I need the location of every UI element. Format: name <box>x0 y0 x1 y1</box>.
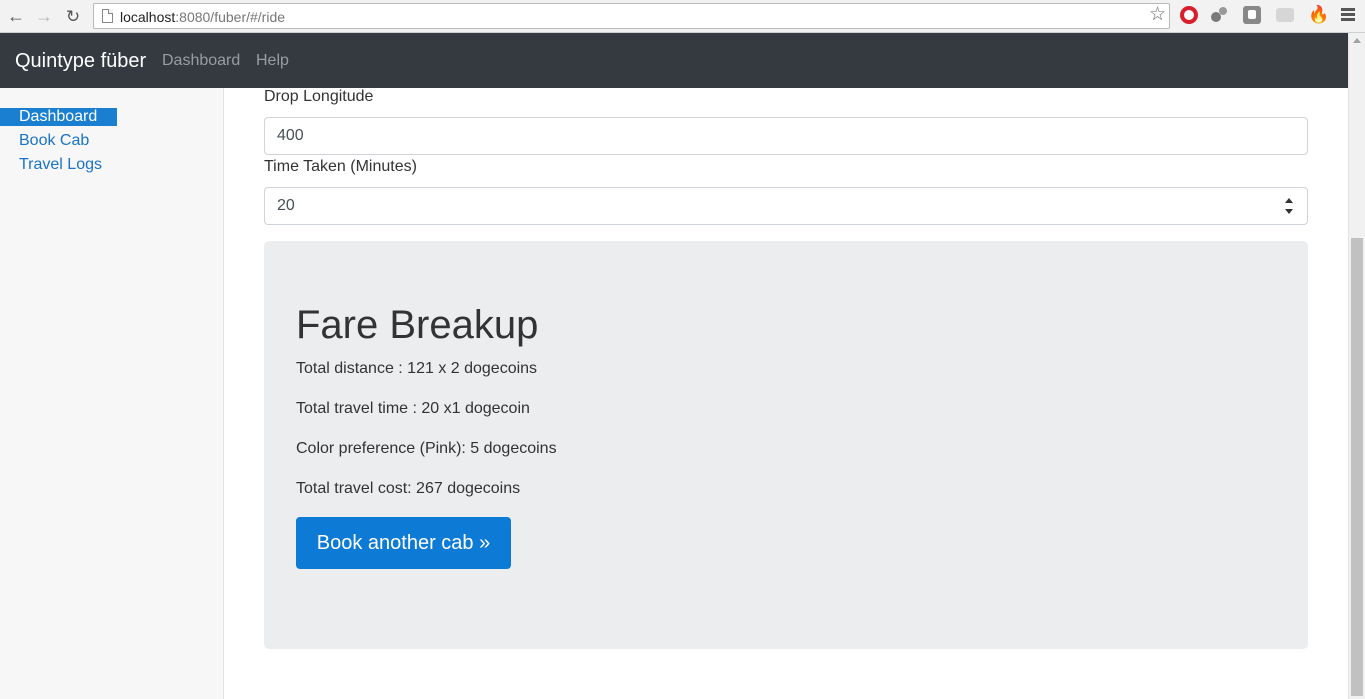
sidebar: Dashboard Book Cab Travel Logs <box>0 88 224 699</box>
sidebar-item-travel-logs[interactable]: Travel Logs <box>19 156 102 174</box>
page-icon <box>102 9 113 23</box>
sidebar-item-dashboard[interactable]: Dashboard <box>0 108 117 126</box>
address-bar[interactable]: localhost:8080/fuber/#/ride ☆ <box>93 3 1170 29</box>
url-text[interactable]: localhost:8080/fuber/#/ride <box>120 9 285 25</box>
forward-icon[interactable]: → <box>33 5 55 27</box>
nav-link-dashboard[interactable]: Dashboard <box>162 52 240 70</box>
time-taken-label: Time Taken (Minutes) <box>264 158 417 175</box>
book-another-cab-button[interactable]: Book another cab » <box>296 517 511 569</box>
fare-breakup-panel: Fare Breakup Total distance : 121 x 2 do… <box>264 241 1308 649</box>
fare-breakup-title: Fare Breakup <box>296 303 539 347</box>
fire-icon[interactable]: 🔥 <box>1308 6 1329 24</box>
extension-icon[interactable] <box>1276 8 1294 22</box>
extension-icon[interactable] <box>1243 6 1261 24</box>
fare-line-time: Total travel time : 20 x1 dogecoin <box>296 400 530 417</box>
drop-longitude-label: Drop Longitude <box>264 88 374 105</box>
scroll-up-icon[interactable] <box>1353 38 1361 43</box>
reload-icon[interactable]: ↻ <box>62 5 84 27</box>
time-taken-input[interactable]: 20 <box>264 187 1308 225</box>
nav-link-help[interactable]: Help <box>256 52 289 70</box>
star-icon[interactable]: ☆ <box>1149 5 1166 24</box>
scrollbar[interactable] <box>1348 33 1365 699</box>
fare-line-color: Color preference (Pink): 5 dogecoins <box>296 440 557 457</box>
menu-icon[interactable] <box>1341 8 1355 22</box>
drop-longitude-input[interactable]: 400 <box>264 117 1308 155</box>
app-navbar: Quintype füber Dashboard Help <box>0 33 1348 88</box>
number-spinner[interactable] <box>1283 196 1295 216</box>
browser-toolbar: ← → ↻ localhost:8080/fuber/#/ride ☆ 🔥 <box>0 0 1365 33</box>
fare-line-total: Total travel cost: 267 dogecoins <box>296 480 521 497</box>
back-icon[interactable]: ← <box>5 5 27 27</box>
extension-icon[interactable] <box>1211 6 1229 24</box>
brand[interactable]: Quintype füber <box>15 50 146 73</box>
opera-icon[interactable] <box>1180 6 1198 24</box>
sidebar-item-book-cab[interactable]: Book Cab <box>19 132 89 150</box>
fare-line-distance: Total distance : 121 x 2 dogecoins <box>296 360 538 377</box>
scroll-thumb[interactable] <box>1351 238 1363 696</box>
time-taken-value: 20 <box>277 197 295 214</box>
